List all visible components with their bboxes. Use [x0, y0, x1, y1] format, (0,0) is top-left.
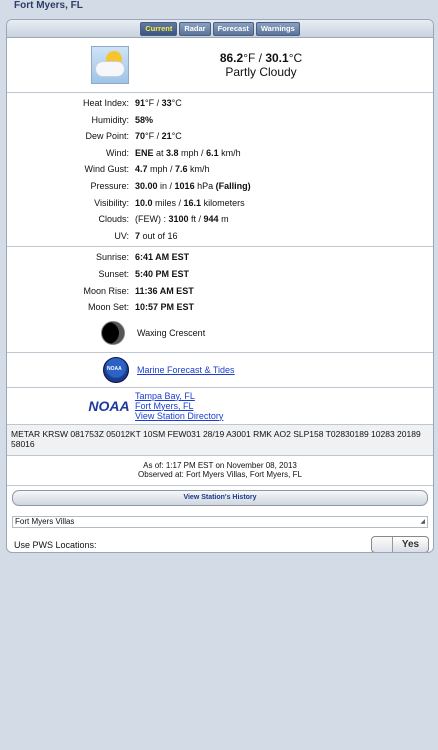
- detail-row: Wind: ENE at 3.8 mph / 6.1 km/h: [7, 145, 433, 162]
- detail-label: Pressure:: [90, 180, 129, 191]
- current-temp: 86.2°F / 30.1°C: [219, 51, 303, 65]
- astro-row: Moon Set: 10:57 PM EST: [7, 299, 433, 316]
- pws-row: Use PWS Locations: Yes: [7, 536, 433, 552]
- pws-label: Use PWS Locations:: [14, 539, 97, 550]
- observation-info: As of: 1:17 PM EST on November 08, 2013 …: [7, 456, 433, 486]
- station-link-list: Tampa Bay, FL Fort Myers, FL View Statio…: [135, 391, 223, 421]
- marine-row: NOAA Marine Forecast & Tides: [7, 353, 433, 388]
- current-summary: 86.2°F / 30.1°C Partly Cloudy: [129, 51, 433, 79]
- station-links: NOAA Tampa Bay, FL Fort Myers, FL View S…: [7, 388, 433, 425]
- tab-forecast[interactable]: Forecast: [212, 21, 254, 36]
- current-condition: Partly Cloudy: [225, 65, 297, 79]
- detail-value: (FEW) : 3100 ft / 944 m: [135, 214, 229, 225]
- astro-value: 5:40 PM EST: [135, 268, 190, 279]
- details-section: Heat Index: 91°F / 33°C Humidity: 58% Dew …: [7, 93, 433, 248]
- noaa-badge-icon: NOAA: [103, 356, 129, 383]
- astro-row: Moon Rise: 11:36 AM EST: [7, 283, 433, 300]
- detail-value: 4.7 mph / 7.6 km/h: [135, 164, 210, 175]
- moon-icon: [101, 320, 125, 345]
- detail-row: Humidity: 58%: [7, 112, 433, 129]
- astro-row: Sunset: 5:40 PM EST: [7, 266, 433, 283]
- observed-at-text: Observed at: Fort Myers Villas, Fort Mye…: [138, 469, 302, 479]
- toggle-label: Yes: [401, 539, 420, 551]
- metar-text: METAR KRSW 081753Z 05012KT 10SM FEW031 2…: [7, 424, 433, 456]
- moon-phase-label: Waxing Crescent: [137, 327, 206, 338]
- station-select[interactable]: Fort Myers Villas ◢: [12, 515, 428, 528]
- detail-label: Heat Index:: [82, 98, 129, 108]
- astro-value: 6:41 AM EST: [135, 252, 190, 263]
- detail-label: Wind:: [105, 147, 129, 158]
- detail-value: 7 out of 16: [135, 230, 178, 241]
- current-conditions: 86.2°F / 30.1°C Partly Cloudy: [7, 38, 433, 93]
- astro-label: Moon Rise:: [83, 285, 129, 296]
- dropdown-arrow-icon: ◢: [420, 518, 425, 525]
- weather-card: Current Radar Forecast Warnings 86.2°F /…: [6, 19, 434, 553]
- tab-current[interactable]: Current: [140, 21, 178, 36]
- tab-strip: Current Radar Forecast Warnings: [7, 20, 433, 38]
- moon-phase: Waxing Crescent: [7, 316, 433, 350]
- detail-label: Wind Gust:: [84, 164, 129, 175]
- noaa-logo: NOAA: [88, 397, 130, 414]
- tab-radar[interactable]: Radar: [179, 21, 211, 36]
- astro-label: Sunset:: [98, 268, 129, 279]
- as-of-text: As of: 1:17 PM EST on November 08, 2013: [143, 460, 297, 470]
- temp-c: 30.1: [265, 51, 289, 65]
- partly-cloudy-icon: [91, 46, 129, 84]
- detail-row: Wind Gust: 4.7 mph / 7.6 km/h: [7, 161, 433, 178]
- toggle-knob: [372, 537, 393, 552]
- astro-label: Moon Set:: [87, 302, 129, 313]
- detail-row: Visibility: 10.0 miles / 16.1 kilometers: [7, 195, 433, 212]
- detail-value: 30.00 in / 1016 hPa (Falling): [135, 180, 251, 191]
- astro-value: 10:57 PM EST: [135, 302, 195, 313]
- detail-label: Humidity:: [91, 114, 129, 125]
- station-directory-link[interactable]: View Station Directory: [135, 411, 223, 421]
- astro-label: Sunrise:: [95, 252, 129, 263]
- detail-row: Heat Index: 91°F / 33°C: [7, 95, 433, 112]
- location-title: Fort Myers, FL: [14, 0, 83, 11]
- detail-value: 10.0 miles / 16.1 kilometers: [135, 197, 245, 208]
- station-select-value: Fort Myers Villas: [15, 516, 75, 526]
- detail-label: UV:: [114, 230, 129, 241]
- temp-f: 86.2: [219, 51, 244, 65]
- station-link-tampa[interactable]: Tampa Bay, FL: [135, 391, 223, 401]
- marine-forecast-link[interactable]: Marine Forecast & Tides: [137, 365, 235, 375]
- detail-value: 58%: [135, 114, 154, 125]
- detail-row: Dew Point: 70°F / 21°C: [7, 128, 433, 145]
- detail-label: Visibility:: [94, 197, 129, 208]
- detail-label: Dew Point:: [85, 131, 129, 142]
- pws-toggle[interactable]: Yes: [371, 536, 429, 552]
- astronomy-section: Sunrise: 6:41 AM EST Sunset: 5:40 PM EST M…: [7, 247, 433, 353]
- detail-row: UV: 7 out of 16: [7, 228, 433, 245]
- astro-row: Sunrise: 6:41 AM EST: [7, 249, 433, 266]
- view-history-button[interactable]: View Station's History: [12, 489, 428, 506]
- detail-value: 70°F / 21°C: [135, 131, 182, 142]
- detail-value: 91°F / 33°C: [135, 98, 182, 108]
- tab-warnings[interactable]: Warnings: [255, 21, 300, 36]
- detail-label: Clouds:: [98, 214, 129, 225]
- astro-value: 11:36 AM EST: [135, 285, 194, 296]
- detail-value: ENE at 3.8 mph / 6.1 km/h: [135, 147, 241, 158]
- detail-row: Pressure: 30.00 in / 1016 hPa (Falling): [7, 178, 433, 195]
- detail-row: Clouds: (FEW) : 3100 ft / 944 m: [7, 211, 433, 228]
- station-link-fort-myers[interactable]: Fort Myers, FL: [135, 401, 223, 411]
